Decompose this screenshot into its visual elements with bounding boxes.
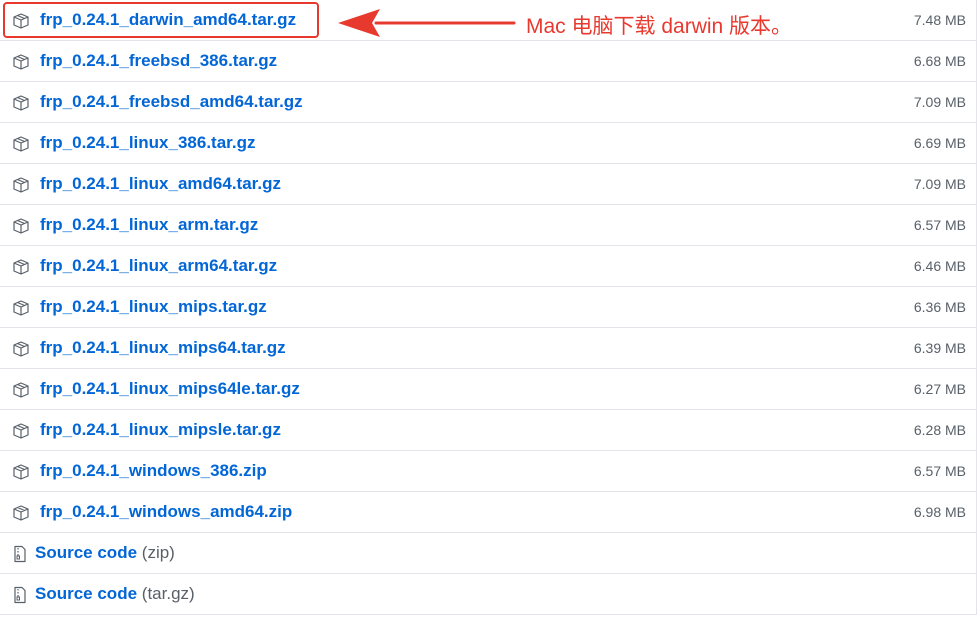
asset-link[interactable]: frp_0.24.1_linux_mipsle.tar.gz	[40, 420, 281, 440]
asset-row: frp_0.24.1_linux_386.tar.gz 6.69 MB	[0, 123, 976, 164]
source-code-ext: (zip)	[141, 543, 175, 562]
asset-link[interactable]: frp_0.24.1_freebsd_amd64.tar.gz	[40, 92, 303, 112]
asset-link[interactable]: frp_0.24.1_windows_386.zip	[40, 461, 267, 481]
package-icon	[13, 382, 29, 398]
source-code-targz-link[interactable]: Source code (tar.gz)	[35, 584, 195, 604]
annotation-arrow	[338, 9, 516, 37]
package-icon	[13, 505, 29, 521]
asset-size: 6.46 MB	[913, 258, 966, 274]
asset-row: frp_0.24.1_linux_arm64.tar.gz 6.46 MB	[0, 246, 976, 287]
asset-link[interactable]: frp_0.24.1_linux_mips64le.tar.gz	[40, 379, 300, 399]
asset-row: frp_0.24.1_linux_mips64le.tar.gz 6.27 MB	[0, 369, 976, 410]
asset-size: 7.09 MB	[913, 176, 966, 192]
annotation-text: Mac 电脑下载 darwin 版本。	[526, 15, 793, 38]
asset-row: frp_0.24.1_linux_amd64.tar.gz 7.09 MB	[0, 164, 976, 205]
asset-size: 6.36 MB	[913, 299, 966, 315]
package-icon	[13, 259, 29, 275]
file-zip-icon	[14, 545, 26, 563]
asset-row: frp_0.24.1_linux_mips.tar.gz 6.36 MB	[0, 287, 976, 328]
asset-row: frp_0.24.1_linux_mips64.tar.gz 6.39 MB	[0, 328, 976, 369]
source-code-label: Source code	[35, 584, 138, 603]
asset-row: frp_0.24.1_windows_amd64.zip 6.98 MB	[0, 492, 976, 533]
asset-size: 7.48 MB	[913, 12, 966, 28]
package-icon	[13, 54, 29, 70]
asset-size: 6.57 MB	[913, 463, 966, 479]
package-icon	[13, 218, 29, 234]
asset-size: 6.39 MB	[913, 340, 966, 356]
package-icon	[13, 341, 29, 357]
asset-size: 7.09 MB	[913, 94, 966, 110]
asset-size: 6.68 MB	[913, 53, 966, 69]
asset-link[interactable]: frp_0.24.1_linux_arm64.tar.gz	[40, 256, 277, 276]
package-icon	[13, 423, 29, 439]
release-assets-list: frp_0.24.1_darwin_amd64.tar.gz 7.48 MB f…	[0, 0, 977, 615]
asset-size: 6.69 MB	[913, 135, 966, 151]
asset-row: frp_0.24.1_windows_386.zip 6.57 MB	[0, 451, 976, 492]
asset-row: frp_0.24.1_linux_mipsle.tar.gz 6.28 MB	[0, 410, 976, 451]
asset-row: frp_0.24.1_linux_arm.tar.gz 6.57 MB	[0, 205, 976, 246]
source-code-ext: (tar.gz)	[141, 584, 195, 603]
package-icon	[13, 300, 29, 316]
asset-link[interactable]: frp_0.24.1_linux_arm.tar.gz	[40, 215, 258, 235]
package-icon	[13, 95, 29, 111]
asset-link[interactable]: frp_0.24.1_linux_386.tar.gz	[40, 133, 255, 153]
package-icon	[13, 136, 29, 152]
source-row: Source code (tar.gz)	[0, 574, 976, 615]
asset-link[interactable]: frp_0.24.1_linux_mips.tar.gz	[40, 297, 267, 317]
asset-size: 6.28 MB	[913, 422, 966, 438]
source-code-label: Source code	[35, 543, 138, 562]
asset-link[interactable]: frp_0.24.1_freebsd_386.tar.gz	[40, 51, 277, 71]
asset-size: 6.98 MB	[913, 504, 966, 520]
asset-link[interactable]: frp_0.24.1_linux_mips64.tar.gz	[40, 338, 286, 358]
asset-size: 6.27 MB	[913, 381, 966, 397]
highlight-box	[3, 2, 319, 38]
package-icon	[13, 177, 29, 193]
source-code-zip-link[interactable]: Source code (zip)	[35, 543, 175, 563]
asset-link[interactable]: frp_0.24.1_windows_amd64.zip	[40, 502, 292, 522]
source-row: Source code (zip)	[0, 533, 976, 574]
asset-size: 6.57 MB	[913, 217, 966, 233]
asset-row: frp_0.24.1_freebsd_amd64.tar.gz 7.09 MB	[0, 82, 976, 123]
asset-link[interactable]: frp_0.24.1_linux_amd64.tar.gz	[40, 174, 281, 194]
package-icon	[13, 464, 29, 480]
asset-row: frp_0.24.1_freebsd_386.tar.gz 6.68 MB	[0, 41, 976, 82]
file-zip-icon	[14, 586, 26, 604]
